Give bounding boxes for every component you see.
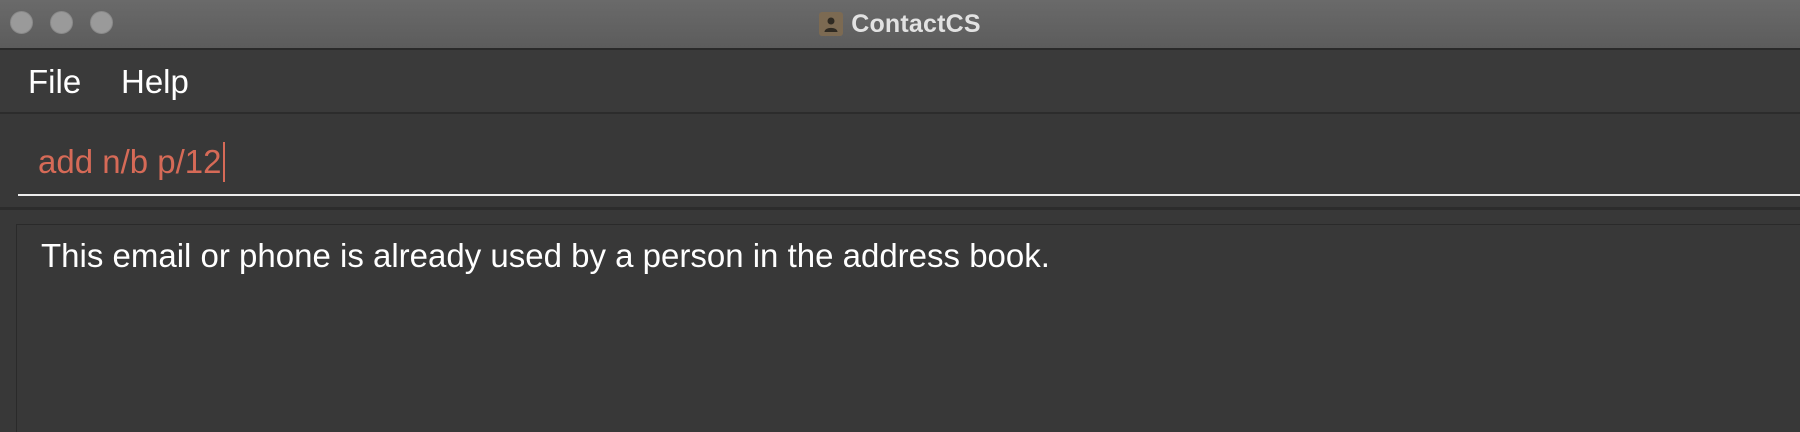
menu-file[interactable]: File [28, 62, 81, 102]
result-display[interactable]: This email or phone is already used by a… [16, 224, 1800, 432]
window-title: ContactCS [851, 9, 981, 38]
command-value: add n/b p/12 [38, 143, 222, 180]
contact-book-icon [819, 12, 844, 36]
command-input-text[interactable]: add n/b p/12 [38, 142, 225, 182]
menu-bar: File Help [0, 50, 1800, 114]
command-input[interactable]: add n/b p/12 [18, 140, 1800, 196]
menu-help[interactable]: Help [121, 62, 189, 102]
title-bar[interactable]: ContactCS [0, 0, 1800, 50]
result-message: This email or phone is already used by a… [41, 237, 1050, 274]
text-caret [222, 142, 225, 182]
title-group: ContactCS [0, 0, 1800, 48]
command-box-container: add n/b p/12 [0, 116, 1800, 210]
app-window: ContactCS File Help add n/b p/12 This em… [0, 0, 1800, 432]
